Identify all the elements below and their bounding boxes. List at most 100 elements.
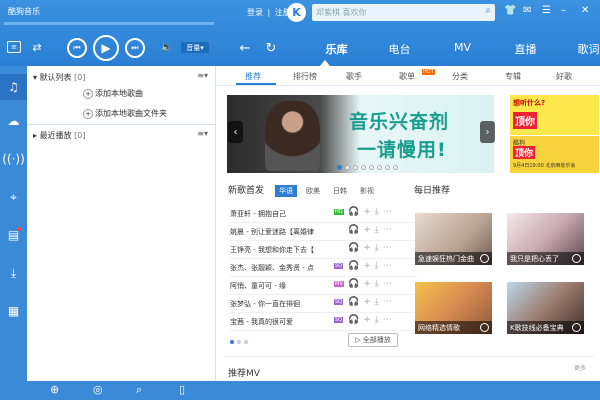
cloud-icon[interactable]: ☁ (0, 108, 27, 134)
banner-dot[interactable] (369, 165, 374, 170)
table-row[interactable]: 姚晨 - 别让爱迷路【离婚律 🎧+⤓⋯ (230, 223, 417, 241)
tab-mv[interactable]: MV (431, 41, 494, 57)
table-row[interactable]: 张杰、张靓颖、金秀贤 - 点 SQ 🎧+⤓⋯ (230, 259, 417, 277)
card-play-icon[interactable]: ▶ (572, 323, 581, 332)
card-play-icon[interactable]: ▶ (480, 254, 489, 263)
table-row[interactable]: 张梦弘 - 你一直在徘徊 SQ 🎧+⤓⋯ (230, 295, 417, 313)
next-icon[interactable]: ⏭ (125, 38, 145, 58)
banner-prev-icon[interactable]: ‹ (228, 121, 243, 143)
progress-bar[interactable] (4, 22, 214, 25)
song-actions-icon[interactable]: 🎧+⤓⋯ (348, 297, 396, 307)
tab-lyrics[interactable]: 歌词 (557, 41, 600, 57)
table-row[interactable]: 宝茜 - 我真的很可爱 SQ 🎧+⤓⋯ (230, 313, 417, 331)
tab-live[interactable]: 直播 (494, 41, 557, 57)
song-name: 张杰、张靓颖、金秀贤 - 点 (230, 264, 314, 272)
add-local-song-link[interactable]: + 添加本地歌曲 (83, 88, 143, 99)
banner-dot[interactable] (353, 165, 358, 170)
banner-dot[interactable] (337, 165, 342, 170)
minimize-icon[interactable]: – (561, 5, 566, 16)
song-actions-icon[interactable]: 🎧+⤓⋯ (348, 279, 396, 289)
song-actions-icon[interactable]: 🎧+⤓⋯ (348, 315, 396, 325)
bottom-bar: ⊕ ◎ ⌕ ▯ (0, 381, 600, 400)
list-menu-icon[interactable]: ≡▾ (197, 71, 208, 80)
mv-more-link[interactable]: 更多 (574, 363, 586, 372)
song-actions-icon[interactable]: 🎧+⤓⋯ (348, 225, 396, 235)
refresh-icon[interactable]: ↻ (263, 40, 279, 56)
sound-effect-button[interactable]: 音量 ▾ (181, 42, 209, 53)
filter-western[interactable]: 欧美 (306, 186, 320, 196)
quality-badge: SQ (334, 263, 344, 269)
close-icon[interactable]: ✕ (581, 5, 589, 16)
subtab-good-songs[interactable]: 好歌 (556, 71, 572, 82)
banner-dot[interactable] (385, 165, 390, 170)
search-input[interactable]: 邓紫棋 喜欢你 ⌕ (312, 4, 495, 21)
daily-card[interactable]: 急速娱狂热门金曲 ▶ (415, 213, 492, 265)
play-icon[interactable]: ▶ (93, 35, 119, 61)
banner-dot[interactable] (361, 165, 366, 170)
side-ad-1-badge: 顶你 (513, 112, 537, 129)
banner-dot[interactable] (345, 165, 350, 170)
recent-list-header[interactable]: ▸ 最近播放 [0] ≡▾ (27, 127, 216, 141)
table-row[interactable]: 阿悄、童可可 - 缘 MV 🎧+⤓⋯ (230, 277, 417, 295)
subtab-recommend[interactable]: 推荐 (245, 71, 261, 82)
add-icon[interactable]: ⊕ (50, 383, 59, 396)
side-ad-2[interactable]: 酷狗 顶你 9月4日19:00 北京麻雀乐会 (510, 136, 599, 173)
settings-menu-icon[interactable]: ☰ (542, 5, 551, 16)
filter-jpkr[interactable]: 日韩 (333, 186, 347, 196)
card-play-icon[interactable]: ▶ (480, 323, 489, 332)
apps-icon[interactable]: ▦ (0, 298, 27, 324)
subtab-categories[interactable]: 分类 (452, 71, 468, 82)
repeat-icon[interactable]: ⇄ (29, 40, 45, 54)
phone-icon[interactable]: ▯ (179, 383, 185, 396)
kugou-logo[interactable]: K (287, 3, 306, 22)
subtab-singers[interactable]: 歌手 (346, 71, 362, 82)
login-link[interactable]: 登录 (247, 8, 263, 17)
download-icon[interactable]: ⤓ (0, 260, 27, 286)
recent-menu-icon[interactable]: ≡▾ (197, 129, 208, 138)
banner-line1: 音乐兴奋剂 (349, 111, 450, 133)
side-ad-1[interactable]: 想听什么? 顶你 (510, 95, 599, 135)
card-play-icon[interactable]: ▶ (572, 254, 581, 263)
music-note-icon[interactable]: ♫ (0, 74, 27, 100)
search-list-icon[interactable]: ⌕ (136, 383, 142, 397)
location-icon[interactable]: ⌖ (0, 184, 27, 210)
song-actions-icon[interactable]: 🎧+⤓⋯ (348, 207, 396, 217)
message-icon[interactable]: ✉ (523, 5, 531, 16)
banner-dot[interactable] (393, 165, 398, 170)
new-songs-pager (230, 337, 251, 347)
menu-icon[interactable]: ≡ (7, 41, 21, 53)
tab-library[interactable]: 乐库 (305, 41, 368, 57)
daily-card[interactable]: K歌技线必备宝典 ▶ (507, 282, 584, 334)
search-icon[interactable]: ⌕ (485, 5, 491, 16)
play-all-button[interactable]: ▷ 全部播放 (348, 333, 398, 347)
skin-icon[interactable]: 👕 (504, 5, 516, 16)
main-banner[interactable]: 音乐兴奋剂 一请慢用! (227, 95, 494, 173)
daily-card[interactable]: 网络精选情歌 ▶ (415, 282, 492, 334)
subtab-playlists[interactable]: 歌单 (399, 71, 415, 82)
subtab-charts[interactable]: 排行榜 (293, 71, 317, 82)
add-local-folder-label: 添加本地歌曲文件夹 (95, 109, 167, 118)
filter-film[interactable]: 影视 (360, 186, 374, 196)
add-folder-icon: + (83, 109, 93, 119)
pager-dot[interactable] (230, 340, 234, 344)
table-row[interactable]: 萧亚轩 - 拥抱自己 HQ 🎧+⤓⋯ (230, 205, 417, 223)
pager-dot[interactable] (244, 340, 248, 344)
song-actions-icon[interactable]: 🎧+⤓⋯ (348, 243, 396, 253)
tab-radio[interactable]: 电台 (368, 41, 431, 57)
previous-icon[interactable]: ⏮ (67, 38, 87, 58)
radio-wave-icon[interactable]: ((·)) (0, 146, 27, 172)
add-local-folder-link[interactable]: + 添加本地歌曲文件夹 (83, 108, 167, 119)
news-icon[interactable]: ▤ (0, 222, 27, 248)
banner-next-icon[interactable]: › (480, 121, 495, 143)
back-icon[interactable]: ← (237, 40, 253, 56)
default-list-header[interactable]: ▾ 默认列表 [0] ≡▾ (27, 69, 216, 83)
subtab-albums[interactable]: 专辑 (505, 71, 521, 82)
filter-chinese[interactable]: 华语 (275, 185, 297, 197)
pager-dot[interactable] (237, 340, 241, 344)
locate-icon[interactable]: ◎ (93, 383, 103, 396)
daily-card[interactable]: 我只是把心丢了 ▶ (507, 213, 584, 265)
banner-dot[interactable] (377, 165, 382, 170)
volume-icon[interactable]: 🔈 (160, 41, 174, 53)
table-row[interactable]: 王铮亮 - 我想和你走下去【 🎧+⤓⋯ (230, 241, 417, 259)
song-actions-icon[interactable]: 🎧+⤓⋯ (348, 261, 396, 271)
